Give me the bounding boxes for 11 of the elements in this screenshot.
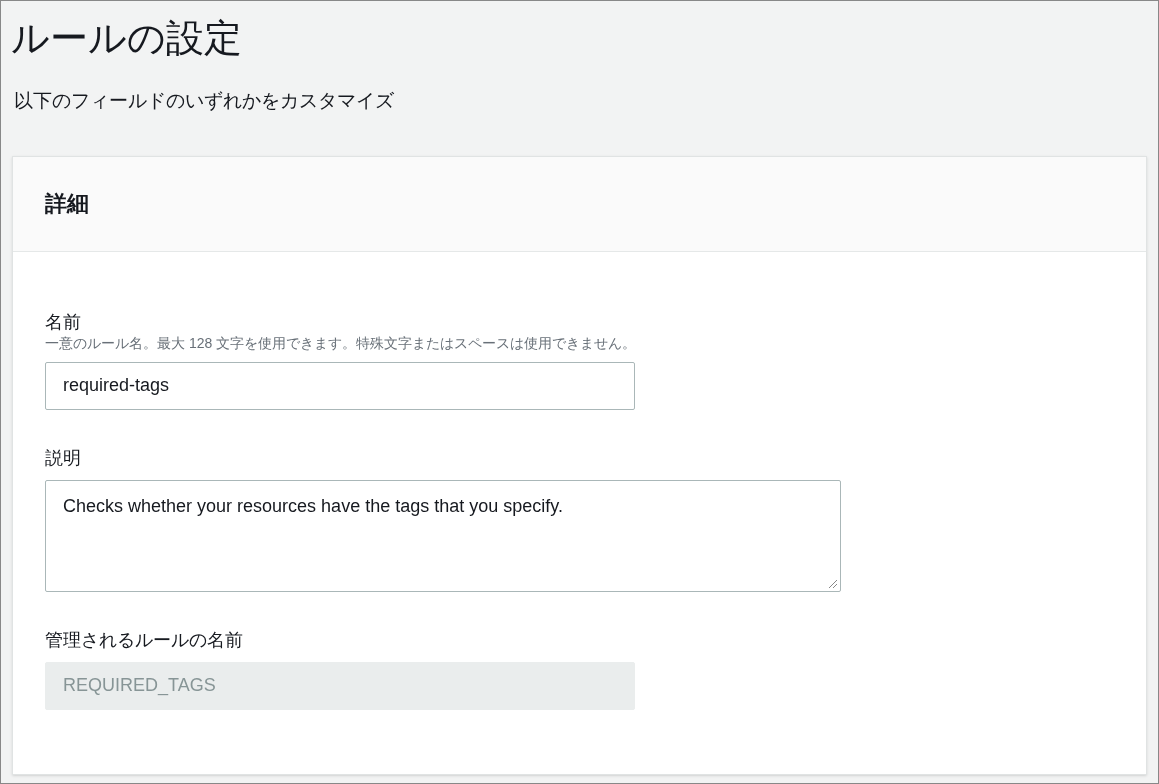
field-label: 説明 (45, 446, 82, 470)
input-field[interactable]: required-tags (45, 361, 635, 410)
page-title: ルールの設定 (11, 16, 243, 61)
description-textarea[interactable]: Checks whether your resources have the tags that you specify. (45, 479, 841, 592)
resize-handle-icon[interactable] (827, 577, 838, 589)
field-label: 管理されるルールの名前 (45, 628, 244, 652)
field-description: 一意のルール名。最大 128 文字を使用できます。特殊文字またはスペースは使用できません。 (45, 333, 638, 352)
page-subtitle: 以下のフィールドのいずれかをカスタマイズ (14, 89, 395, 113)
field-label: 名前 (45, 310, 82, 334)
textarea-value: Checks whether your resources have the tags that you specify. (63, 495, 563, 516)
section-title: 詳細 (45, 190, 89, 218)
